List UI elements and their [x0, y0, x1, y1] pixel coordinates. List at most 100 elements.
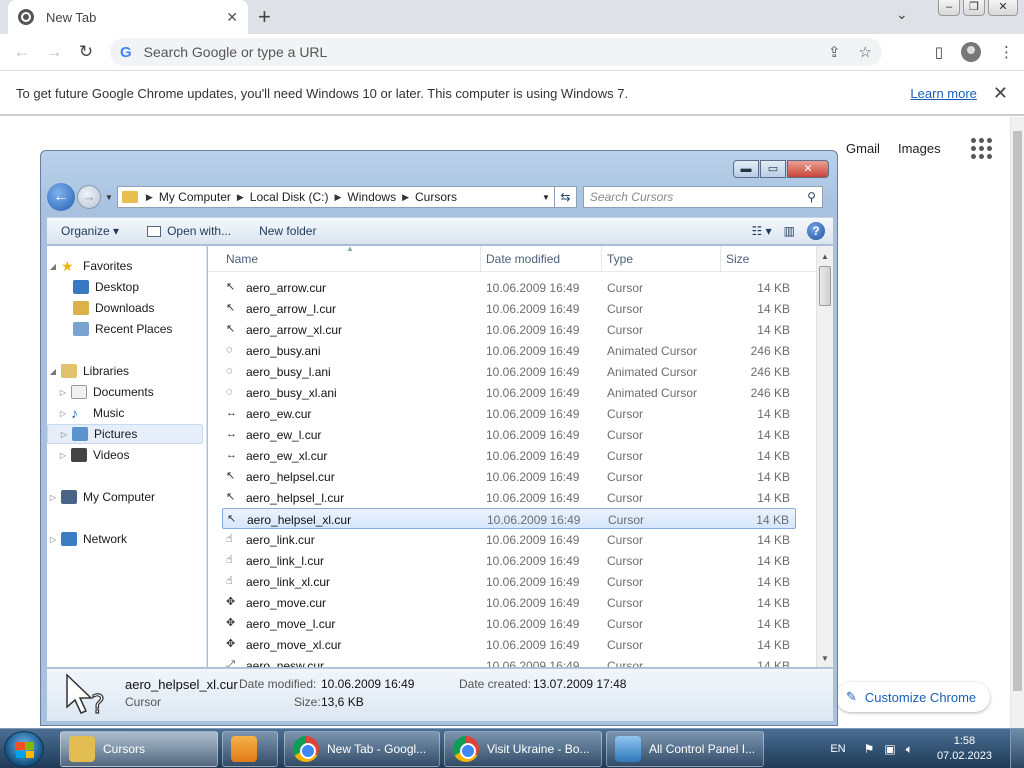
breadcrumb-local-disk[interactable]: Local Disk (C:)	[250, 190, 329, 204]
file-row[interactable]: ↔ aero_ew_xl.cur 10.06.2009 16:49 Cursor 14 …	[222, 445, 796, 466]
explorer-back-button[interactable]: ←	[47, 183, 75, 211]
tab-new-tab[interactable]: New Tab ✕	[8, 0, 248, 34]
file-row[interactable]: ✥ aero_move.cur 10.06.2009 16:49 Cursor 14 K…	[222, 592, 796, 613]
cursor-file-icon: ↔	[226, 407, 237, 419]
scroll-down-icon[interactable]: ▼	[821, 654, 829, 663]
file-row[interactable]: ↖ aero_arrow_xl.cur 10.06.2009 16:49 Cursor…	[222, 319, 796, 340]
view-options-icon[interactable]: ☷ ▾	[752, 224, 772, 238]
file-row[interactable]: ◌ aero_busy_xl.ani 10.06.2009 16:49 Animate…	[222, 382, 796, 403]
side-panel-icon[interactable]: ▯	[935, 43, 943, 61]
back-button[interactable]: ←	[6, 42, 38, 62]
control-panel-icon	[615, 736, 641, 762]
scroll-thumb[interactable]	[819, 266, 831, 306]
nav-desktop[interactable]: Desktop	[47, 277, 203, 297]
file-row[interactable]: ⤢ aero_nesw.cur 10.06.2009 16:49 Cursor 14 K…	[222, 655, 796, 667]
file-row[interactable]: ↖ aero_helpsel.cur 10.06.2009 16:49 Cursor 1…	[222, 466, 796, 487]
file-row[interactable]: ☝ aero_link_xl.cur 10.06.2009 16:49 Cursor 1…	[222, 571, 796, 592]
file-row[interactable]: ↖ aero_arrow_l.cur 10.06.2009 16:49 Cursor 1…	[222, 298, 796, 319]
menu-kebab-icon[interactable]: ⋮	[999, 43, 1014, 61]
infobar-close-icon[interactable]: ✕	[993, 83, 1008, 104]
file-row[interactable]: ↖ aero_helpsel_l.cur 10.06.2009 16:49 Curso…	[222, 487, 796, 508]
refresh-icon[interactable]: ⇆	[554, 186, 577, 208]
page-scrollbar[interactable]	[1010, 117, 1024, 728]
images-link[interactable]: Images	[898, 141, 941, 156]
preview-pane-icon[interactable]: ▥	[784, 224, 795, 238]
action-center-flag-icon[interactable]: ⚑	[864, 742, 875, 756]
gmail-link[interactable]: Gmail	[846, 141, 880, 156]
restore-button[interactable]: ❐	[963, 0, 985, 16]
taskbar-item-control-panel[interactable]: All Control Panel I...	[606, 731, 764, 767]
new-folder-button[interactable]: New folder	[245, 224, 330, 238]
start-button[interactable]	[4, 731, 44, 767]
network-tray-icon[interactable]: ▣	[884, 742, 895, 756]
apps-grid-icon[interactable]	[970, 138, 992, 159]
chevron-right-icon[interactable]: ▶	[334, 192, 341, 203]
nav-libraries[interactable]: ◢ Libraries	[47, 361, 203, 381]
organize-button[interactable]: Organize ▾	[47, 224, 133, 238]
file-row[interactable]: ☝ aero_link.cur 10.06.2009 16:49 Cursor 14 K…	[222, 529, 796, 550]
file-row[interactable]: ↖ aero_arrow.cur 10.06.2009 16:49 Cursor 14 …	[222, 277, 796, 298]
chevron-right-icon[interactable]: ▶	[237, 192, 244, 203]
taskbar-item-new-tab[interactable]: New Tab - Googl...	[284, 731, 440, 767]
nav-favorites[interactable]: ◢ ★ Favorites	[47, 256, 203, 276]
address-bar[interactable]: ▶ My Computer ▶ Local Disk (C:) ▶ Window…	[116, 186, 555, 208]
show-desktop-button[interactable]	[1010, 729, 1024, 768]
forward-button[interactable]: →	[38, 42, 70, 62]
file-row[interactable]: ◌ aero_busy.ani 10.06.2009 16:49 Animated C…	[222, 340, 796, 361]
breadcrumb-my-computer[interactable]: My Computer	[159, 190, 231, 204]
explorer-close-button[interactable]: ✕	[787, 160, 829, 178]
column-date-modified[interactable]: Date modified	[486, 252, 560, 266]
nav-my-computer[interactable]: ▷ My Computer	[47, 487, 203, 507]
nav-pictures[interactable]: ▷ Pictures	[47, 424, 203, 444]
file-row[interactable]: ↔ aero_ew_l.cur 10.06.2009 16:49 Cursor 14 K…	[222, 424, 796, 445]
breadcrumb-windows[interactable]: Windows	[347, 190, 396, 204]
file-row[interactable]: ✥ aero_move_xl.cur 10.06.2009 16:49 Cursor 1…	[222, 634, 796, 655]
taskbar-item-media-player[interactable]	[222, 731, 278, 767]
taskbar-item-visit-ukraine[interactable]: Visit Ukraine - Bo...	[444, 731, 602, 767]
column-type[interactable]: Type	[607, 252, 633, 266]
reload-button[interactable]: ↻	[70, 42, 102, 62]
file-row[interactable]: ↖ aero_helpsel_xl.cur 10.06.2009 16:49 Curs…	[222, 508, 796, 529]
nav-downloads[interactable]: Downloads	[47, 298, 203, 318]
nav-videos[interactable]: ▷ Videos	[47, 445, 203, 465]
explorer-minimize-button[interactable]: ▬	[733, 160, 759, 178]
minimize-button[interactable]: –	[938, 0, 960, 16]
scroll-up-icon[interactable]: ▲	[821, 252, 829, 261]
open-with-button[interactable]: Open with...	[133, 224, 245, 238]
omnibox[interactable]: G Search Google or type a URL ⇪ ☆	[110, 38, 882, 66]
explorer-forward-button[interactable]: →	[77, 185, 101, 209]
tab-close-icon[interactable]: ✕	[226, 9, 238, 26]
column-name[interactable]: Name	[226, 252, 258, 266]
new-tab-button[interactable]: +	[258, 4, 271, 30]
profile-avatar[interactable]	[961, 42, 981, 62]
file-row[interactable]: ☝ aero_link_l.cur 10.06.2009 16:49 Cursor 14…	[222, 550, 796, 571]
explorer-maximize-button[interactable]: ▭	[760, 160, 786, 178]
nav-music[interactable]: ▷ ♪ Music	[47, 403, 203, 423]
file-row[interactable]: ↔ aero_ew.cur 10.06.2009 16:49 Cursor 14 KB	[222, 403, 796, 424]
learn-more-link[interactable]: Learn more	[910, 86, 976, 101]
file-row[interactable]: ✥ aero_move_l.cur 10.06.2009 16:49 Cursor 14…	[222, 613, 796, 634]
search-icon[interactable]: ⚲	[807, 190, 816, 204]
tab-search-chevron-icon[interactable]: ⌄	[896, 6, 908, 23]
bookmark-star-icon[interactable]: ☆	[859, 43, 872, 61]
share-icon[interactable]: ⇪	[828, 43, 841, 61]
search-cursors-input[interactable]: Search Cursors ⚲	[582, 186, 823, 208]
taskbar-item-cursors[interactable]: Cursors	[60, 731, 218, 767]
clock[interactable]: 1:58 07.02.2023	[937, 734, 992, 764]
language-indicator[interactable]: EN	[830, 743, 845, 755]
file-list-scrollbar[interactable]: ▲ ▼	[816, 246, 833, 667]
history-dropdown-icon[interactable]: ▼	[105, 193, 113, 202]
nav-recent-places[interactable]: Recent Places	[47, 319, 203, 339]
file-row[interactable]: ◌ aero_busy_l.ani 10.06.2009 16:49 Animated…	[222, 361, 796, 382]
chevron-right-icon[interactable]: ▶	[146, 192, 153, 203]
nav-documents[interactable]: ▷ Documents	[47, 382, 203, 402]
breadcrumb-cursors[interactable]: Cursors	[415, 190, 457, 204]
chevron-right-icon[interactable]: ▶	[402, 192, 409, 203]
customize-chrome-button[interactable]: ✎ Customize Chrome	[836, 682, 990, 712]
volume-icon[interactable]: 🔈︎	[906, 742, 913, 757]
close-window-button[interactable]: ✕	[988, 0, 1018, 16]
column-size[interactable]: Size	[726, 252, 749, 266]
nav-network[interactable]: ▷ Network	[47, 529, 203, 549]
help-icon[interactable]: ?	[807, 222, 825, 240]
address-dropdown-icon[interactable]: ▼	[542, 193, 550, 202]
